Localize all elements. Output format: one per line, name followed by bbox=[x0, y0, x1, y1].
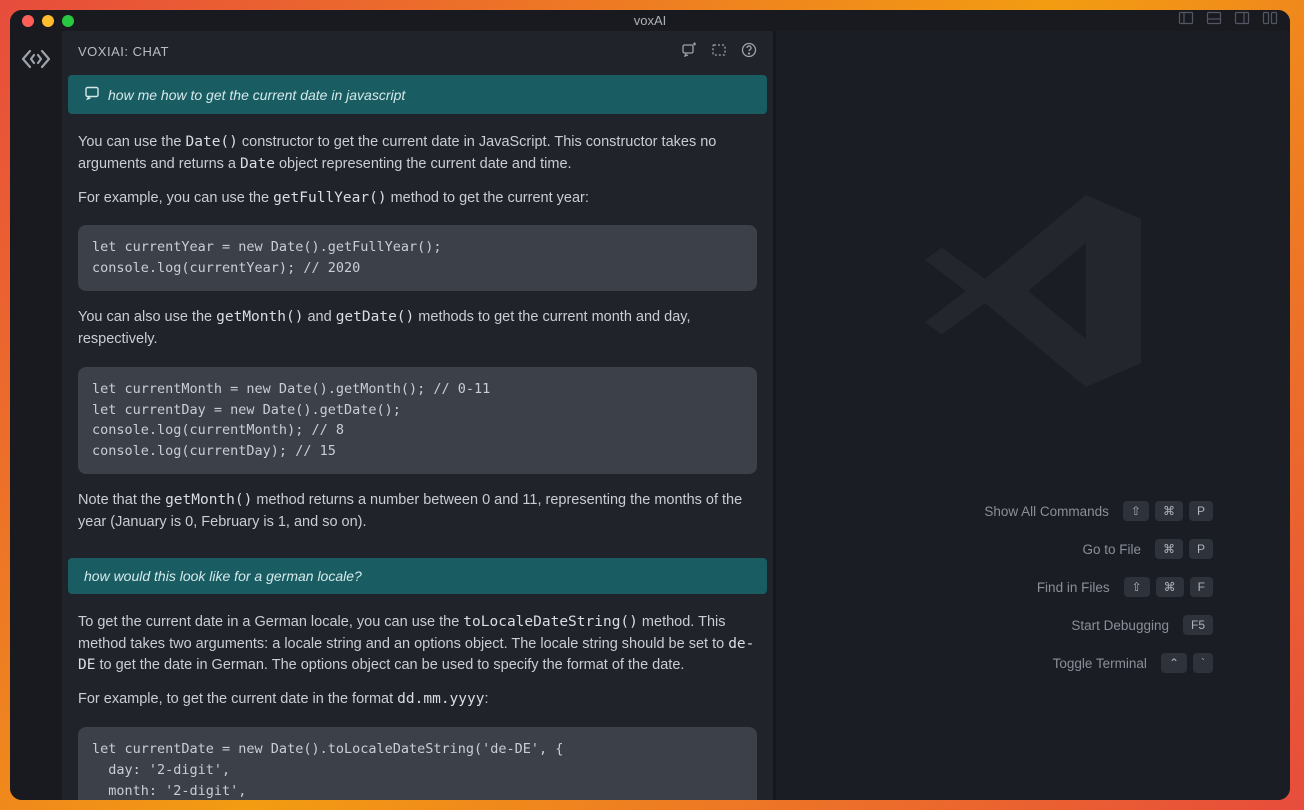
user-message-text: how me how to get the current date in ja… bbox=[108, 87, 405, 103]
chat-panel: VOXIAI: CHAT how me how to get the cur bbox=[62, 31, 776, 800]
shortcut-row[interactable]: Toggle Terminal⌃` bbox=[853, 653, 1213, 673]
window-controls bbox=[22, 15, 74, 27]
shortcut-row[interactable]: Go to File⌘P bbox=[853, 539, 1213, 559]
titlebar: voxAI bbox=[10, 10, 1290, 31]
shortcut-label: Find in Files bbox=[853, 580, 1110, 595]
window-title: voxAI bbox=[634, 13, 667, 28]
shortcut-keys: ⌃` bbox=[1161, 653, 1213, 673]
key: ⌘ bbox=[1155, 539, 1183, 559]
activity-bar bbox=[10, 31, 62, 800]
welcome-shortcuts: Show All Commands⇧⌘PGo to File⌘PFind in … bbox=[853, 501, 1213, 691]
shortcut-row[interactable]: Show All Commands ⇧ ⌘ P bbox=[853, 501, 1213, 521]
key: P bbox=[1189, 539, 1213, 559]
new-chat-icon[interactable] bbox=[681, 42, 697, 61]
extension-logo-icon[interactable] bbox=[21, 47, 51, 76]
body: VOXIAI: CHAT how me how to get the cur bbox=[10, 31, 1290, 800]
shortcut-keys: F5 bbox=[1183, 615, 1213, 635]
assistant-paragraph: You can use the Date() constructor to ge… bbox=[62, 126, 773, 182]
shortcut-label: Go to File bbox=[853, 542, 1141, 557]
code-block[interactable]: let currentMonth = new Date().getMonth()… bbox=[78, 367, 757, 475]
code-block[interactable]: let currentDate = new Date().toLocaleDat… bbox=[78, 727, 757, 800]
vscode-watermark-icon bbox=[913, 171, 1153, 416]
key: ⇧ bbox=[1123, 501, 1149, 521]
chat-header: VOXIAI: CHAT bbox=[62, 31, 773, 71]
user-message: how me how to get the current date in ja… bbox=[68, 75, 767, 114]
selection-icon[interactable] bbox=[711, 42, 727, 61]
layout-right-icon[interactable] bbox=[1234, 10, 1250, 31]
assistant-paragraph: For example, you can use the getFullYear… bbox=[62, 182, 773, 216]
assistant-paragraph: Note that the getMonth() method returns … bbox=[62, 484, 773, 540]
key: ⌃ bbox=[1161, 653, 1187, 673]
chat-messages[interactable]: how me how to get the current date in ja… bbox=[62, 71, 773, 800]
key: ⌘ bbox=[1155, 501, 1183, 521]
assistant-paragraph: To get the current date in a German loca… bbox=[62, 606, 773, 683]
maximize-window-button[interactable] bbox=[62, 15, 74, 27]
user-message-text: how would this look like for a german lo… bbox=[84, 568, 362, 584]
layout-customize-icon[interactable] bbox=[1262, 10, 1278, 31]
assistant-paragraph: You can also use the getMonth() and getD… bbox=[62, 301, 773, 357]
shortcut-keys: ⇧ ⌘ P bbox=[1123, 501, 1213, 521]
key: ⌘ bbox=[1156, 577, 1184, 597]
shortcut-label: Toggle Terminal bbox=[853, 656, 1147, 671]
titlebar-layout-controls bbox=[1178, 10, 1278, 31]
shortcut-label: Show All Commands bbox=[853, 504, 1109, 519]
key: ⇧ bbox=[1124, 577, 1150, 597]
help-icon[interactable] bbox=[741, 42, 757, 61]
shortcut-row[interactable]: Find in Files ⇧ ⌘ F bbox=[853, 577, 1213, 597]
layout-left-icon[interactable] bbox=[1178, 10, 1194, 31]
shortcut-row[interactable]: Start Debugging F5 bbox=[853, 615, 1213, 635]
shortcut-label: Start Debugging bbox=[853, 618, 1169, 633]
key: F bbox=[1190, 577, 1213, 597]
key: F5 bbox=[1183, 615, 1213, 635]
shortcut-keys: ⌘P bbox=[1155, 539, 1213, 559]
layout-bottom-icon[interactable] bbox=[1206, 10, 1222, 31]
editor-panel: Show All Commands⇧⌘PGo to File⌘PFind in … bbox=[776, 31, 1290, 800]
shortcut-keys: ⇧ ⌘ F bbox=[1124, 577, 1213, 597]
minimize-window-button[interactable] bbox=[42, 15, 54, 27]
key: ` bbox=[1193, 653, 1213, 673]
assistant-paragraph: For example, to get the current date in … bbox=[62, 683, 773, 717]
chat-panel-title: VOXIAI: CHAT bbox=[78, 44, 169, 59]
app-window: voxAI bbox=[10, 10, 1290, 800]
code-block[interactable]: let currentYear = new Date().getFullYear… bbox=[78, 225, 757, 291]
close-window-button[interactable] bbox=[22, 15, 34, 27]
user-message: how would this look like for a german lo… bbox=[68, 558, 767, 594]
key: P bbox=[1189, 501, 1213, 521]
main-split: VOXIAI: CHAT how me how to get the cur bbox=[62, 31, 1290, 800]
comment-icon bbox=[84, 85, 100, 104]
